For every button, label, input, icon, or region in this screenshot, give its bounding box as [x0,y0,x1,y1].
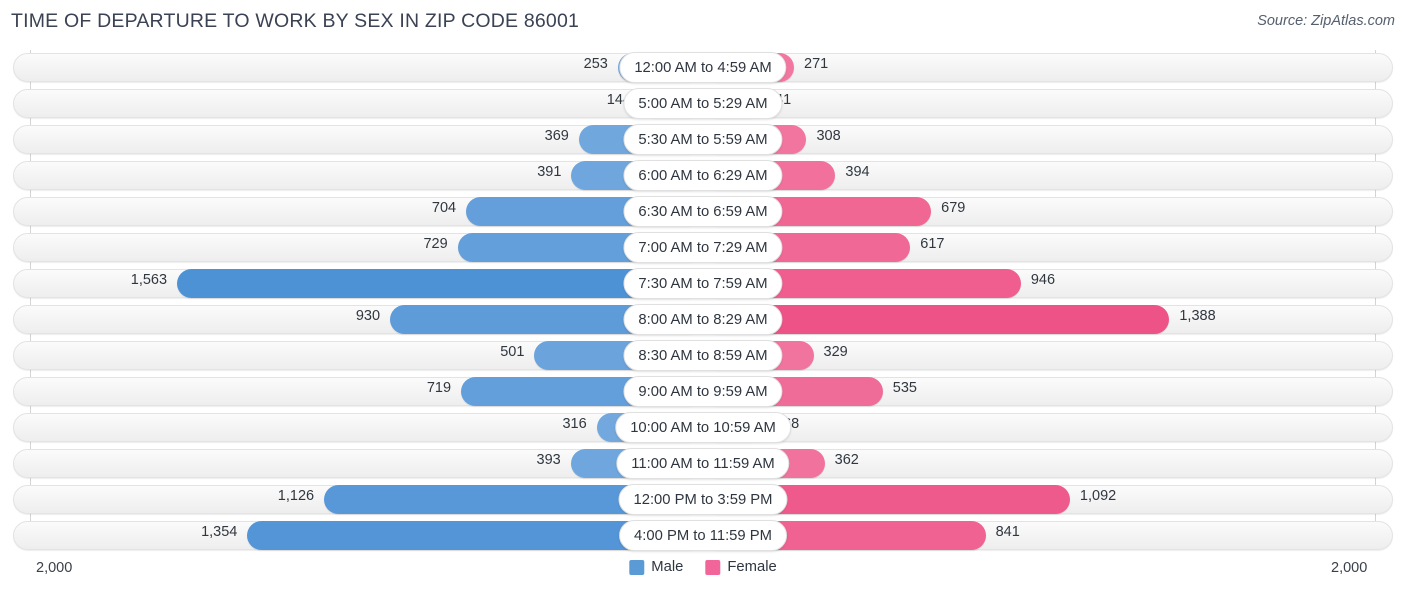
row-category-label: 7:30 AM to 7:59 AM [623,268,783,299]
bar-row: 729 617 7:00 AM to 7:29 AM [0,230,1406,266]
bar-value-female: 617 [920,236,945,252]
row-category-label: 6:00 AM to 6:29 AM [623,160,783,191]
bar-value-male: 391 [537,164,562,180]
legend-label-female: Female [727,559,777,575]
bar-value-female: 679 [941,200,966,216]
bar-value-male: 930 [355,308,381,324]
chart-legend: Male Female [629,559,777,575]
bar-value-male: 1,354 [201,524,238,540]
row-category-label: 4:00 PM to 11:59 PM [619,520,787,551]
row-category-label: 8:00 AM to 8:29 AM [623,304,783,335]
legend-item-female[interactable]: Female [705,559,777,575]
row-category-label: 5:00 AM to 5:29 AM [623,88,783,119]
chart-footer: 2,000 2,000 Male Female [0,554,1406,595]
bar-value-female: 1,092 [1079,488,1117,504]
row-category-label: 5:30 AM to 5:59 AM [623,124,783,155]
bar-value-male: 369 [544,128,569,144]
row-category-label: 6:30 AM to 6:59 AM [623,196,783,227]
bar-value-male: 144 [606,92,631,108]
bar-value-male: 393 [536,452,561,468]
row-category-label: 11:00 AM to 11:59 AM [616,448,790,479]
bar-rows-container: 253 271 12:00 AM to 4:59 AM 144 41 5:00 AM to… [0,50,1406,554]
bar-row: 501 329 8:30 AM to 8:59 AM [0,338,1406,374]
bar-value-male: 719 [426,380,452,396]
bar-value-male: 253 [583,56,608,72]
legend-label-male: Male [651,559,684,575]
page-title: TIME OF DEPARTURE TO WORK BY SEX IN ZIP … [11,10,580,32]
source-attribution: Source: ZipAtlas.com [1257,13,1395,29]
plot-area: 253 271 12:00 AM to 4:59 AM 144 41 5:00 AM to… [0,50,1406,554]
bar-value-female: 308 [816,128,841,144]
row-category-label: 7:00 AM to 7:29 AM [623,232,783,263]
bar-row: 1,354 841 4:00 PM to 11:59 PM [0,518,1406,554]
bar-value-male: 501 [500,344,525,360]
bar-row: 144 41 5:00 AM to 5:29 AM [0,86,1406,122]
bar-value-male: 704 [431,200,457,216]
row-category-label: 10:00 AM to 10:59 AM [615,412,791,443]
row-category-label: 12:00 PM to 3:59 PM [618,484,788,515]
row-category-label: 12:00 AM to 4:59 AM [619,52,787,83]
bar-value-male: 1,563 [130,272,168,288]
bar-value-male: 1,126 [277,488,315,504]
bar-row: 391 394 6:00 AM to 6:29 AM [0,158,1406,194]
bar-value-female: 41 [775,92,792,108]
bar-value-female: 362 [834,452,859,468]
legend-swatch-female-icon [705,559,721,575]
bar-row: 704 679 6:30 AM to 6:59 AM [0,194,1406,230]
axis-label-right: 2,000 [1331,560,1368,576]
bar-row: 1,126 1,092 12:00 PM to 3:59 PM [0,482,1406,518]
bar-row: 31616810:00 AM to 10:59 AM [0,410,1406,446]
bar-row: 719 535 9:00 AM to 9:59 AM [0,374,1406,410]
bar-row: 393 362 11:00 AM to 11:59 AM [0,446,1406,482]
legend-swatch-male-icon [629,559,645,575]
row-category-label: 8:30 AM to 8:59 AM [623,340,783,371]
chart-root: TIME OF DEPARTURE TO WORK BY SEX IN ZIP … [0,0,1406,595]
bar-value-female: 394 [845,164,870,180]
bar-value-male: 316 [562,416,587,432]
bar-row: 253 271 12:00 AM to 4:59 AM [0,50,1406,86]
axis-label-left: 2,000 [36,560,73,576]
bar-value-female: 271 [804,56,829,72]
bar-value-female: 329 [823,344,848,360]
bar-value-female: 535 [892,380,917,396]
bar-row: 1,563 946 7:30 AM to 7:59 AM [0,266,1406,302]
legend-item-male[interactable]: Male [629,559,683,575]
chart-header: TIME OF DEPARTURE TO WORK BY SEX IN ZIP … [0,0,1406,44]
bar-value-female: 1,388 [1179,308,1216,324]
bar-row: 930 1,388 8:00 AM to 8:29 AM [0,302,1406,338]
row-category-label: 9:00 AM to 9:59 AM [623,376,783,407]
bar-value-female: 946 [1030,272,1056,288]
bar-value-female: 841 [995,524,1020,540]
bar-row: 369 308 5:30 AM to 5:59 AM [0,122,1406,158]
bar-value-male: 729 [423,236,448,252]
